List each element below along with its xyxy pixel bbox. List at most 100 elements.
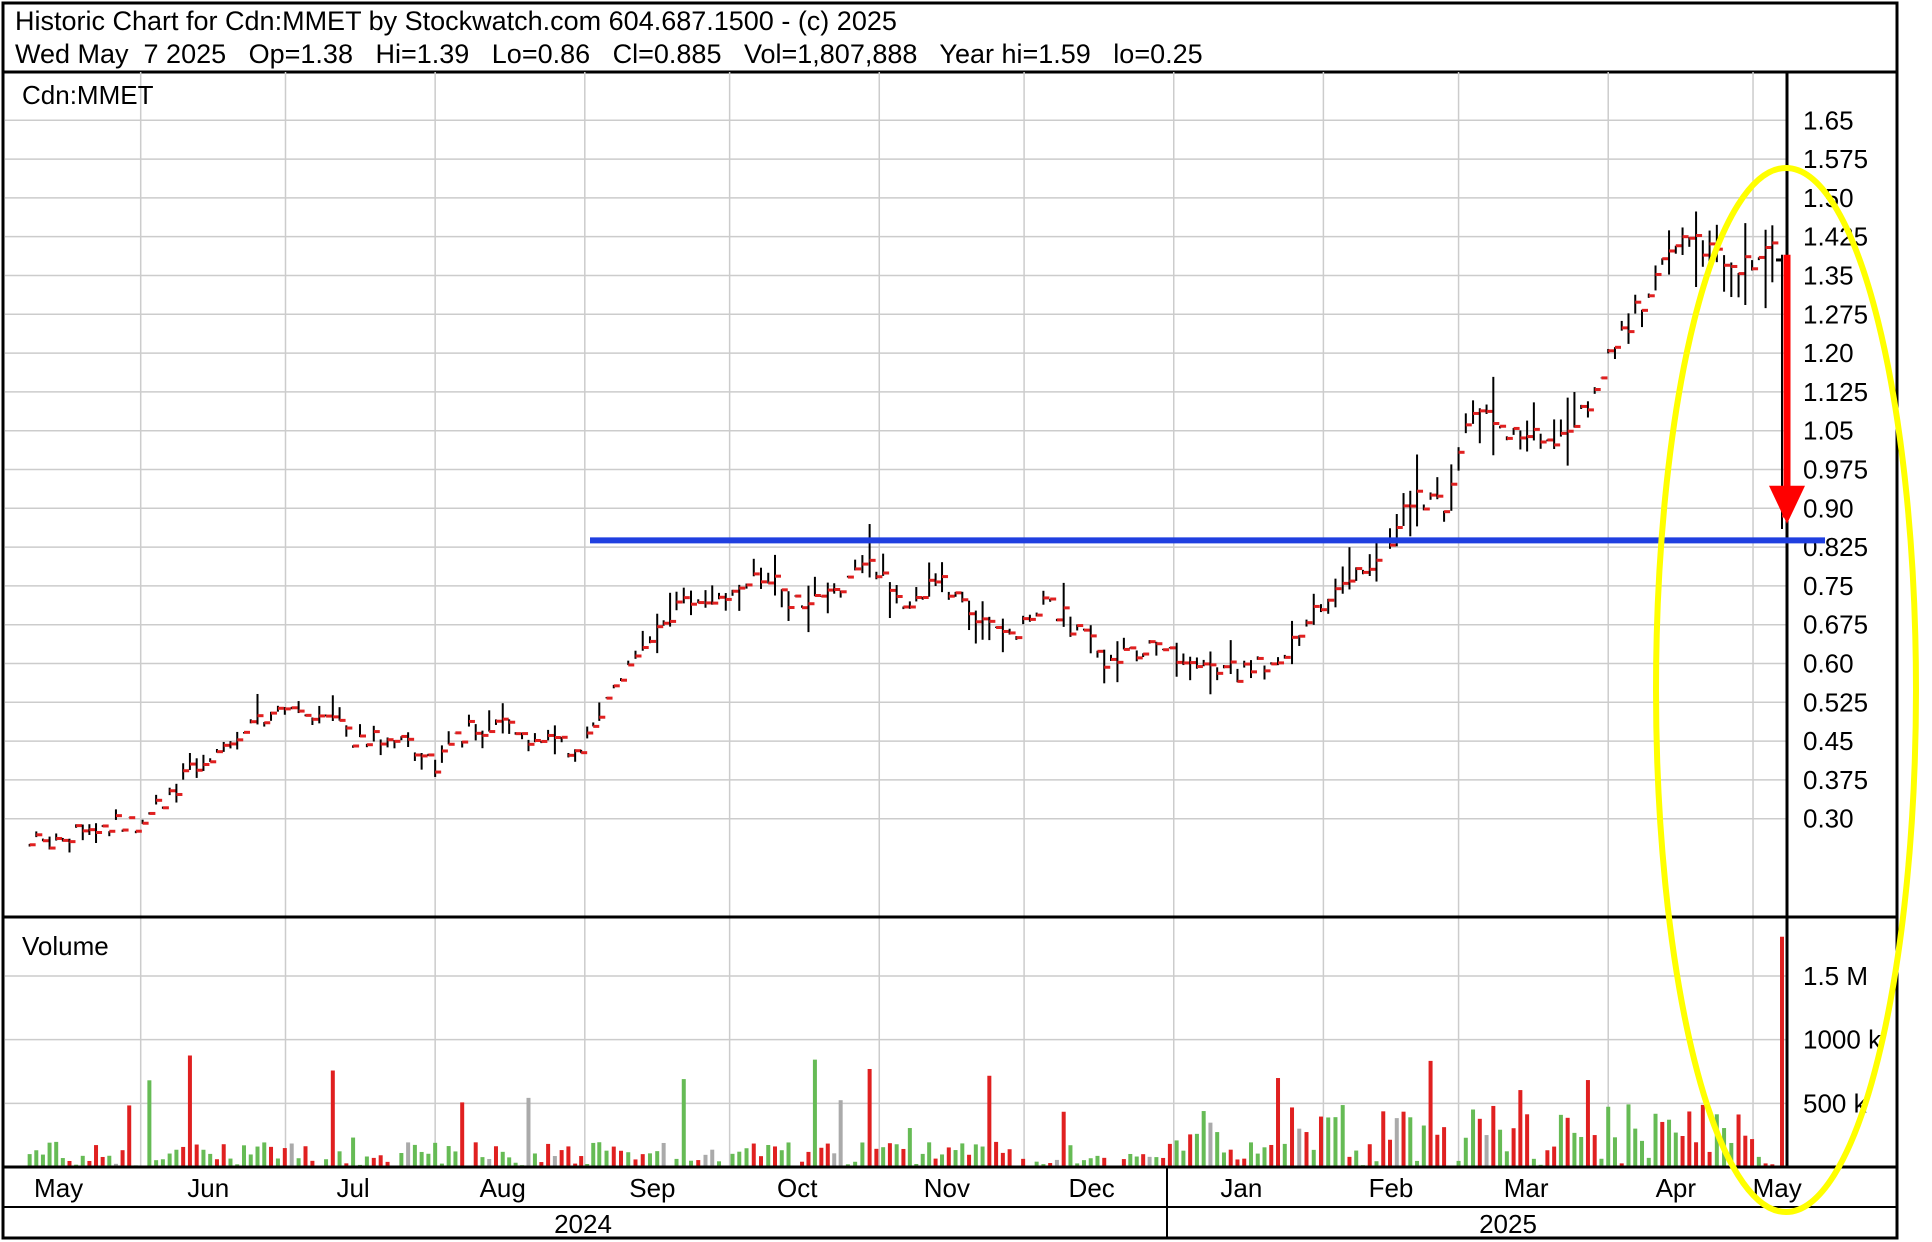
volume-bar xyxy=(1208,1122,1213,1167)
volume-bar xyxy=(406,1142,411,1167)
volume-bar xyxy=(1442,1127,1447,1167)
volume-bar xyxy=(894,1144,899,1167)
volume-bar xyxy=(1640,1140,1645,1167)
volume-bar xyxy=(655,1151,660,1167)
volume-bar xyxy=(255,1146,260,1167)
volume-bar xyxy=(1255,1153,1260,1167)
volume-bar xyxy=(493,1146,498,1167)
volume-bar xyxy=(1134,1156,1139,1167)
volume-bar xyxy=(269,1146,274,1167)
volume-bar xyxy=(446,1146,451,1167)
price-panel-label: Cdn:MMET xyxy=(22,80,154,110)
volume-bar xyxy=(248,1154,253,1167)
volume-bar xyxy=(419,1151,424,1167)
volume-bar xyxy=(773,1146,778,1167)
volume-bar xyxy=(786,1142,791,1167)
volume-bar xyxy=(832,1153,837,1167)
price-axis: 0.30 0.375 0.45 0.525 0.60 0.675 0.75 0.825 0.90… xyxy=(1803,105,1868,833)
volume-bar xyxy=(1282,1143,1287,1167)
month-label: Aug xyxy=(480,1173,526,1203)
volume-bar xyxy=(34,1150,39,1167)
volume-bar xyxy=(1736,1114,1741,1167)
volume-bar xyxy=(1673,1132,1678,1167)
volume-bar xyxy=(241,1145,246,1167)
price-tick-label: 1.20 xyxy=(1803,338,1854,368)
volume-bar xyxy=(744,1148,749,1167)
grid xyxy=(5,72,1787,1167)
price-tick-label: 0.675 xyxy=(1803,610,1868,640)
price-tick-label: 0.30 xyxy=(1803,804,1854,834)
volume-bar xyxy=(303,1146,308,1167)
volume-bar xyxy=(1707,1151,1712,1167)
volume-bar xyxy=(1262,1147,1267,1167)
volume-bar xyxy=(1612,1137,1617,1167)
volume-bar xyxy=(1318,1116,1323,1167)
volume-bar xyxy=(1181,1150,1186,1167)
volume-bar xyxy=(27,1154,32,1167)
chart-stats: Wed May 7 2025 Op=1.38 Hi=1.39 Lo=0.86 C… xyxy=(15,39,1203,69)
volume-bar xyxy=(127,1105,132,1167)
volume-bar xyxy=(1435,1134,1440,1167)
volume-bar xyxy=(1606,1106,1611,1167)
volume-bar xyxy=(1354,1150,1359,1167)
volume-bar xyxy=(591,1142,596,1167)
volume-bar xyxy=(94,1145,99,1167)
volume-bar xyxy=(473,1142,478,1167)
volume-bar xyxy=(1174,1140,1179,1167)
month-label: Jun xyxy=(187,1173,229,1203)
volume-bar xyxy=(1552,1146,1557,1167)
volume-bar xyxy=(703,1154,708,1167)
volume-bar xyxy=(1743,1135,1748,1167)
month-label: Oct xyxy=(777,1173,818,1203)
volume-bar xyxy=(40,1154,45,1167)
month-label: Mar xyxy=(1504,1173,1549,1203)
volume-bar xyxy=(1367,1144,1372,1167)
volume-bar xyxy=(1780,936,1784,1167)
volume-bar xyxy=(1228,1149,1233,1167)
volume-bar xyxy=(399,1153,404,1167)
volume-bar xyxy=(604,1150,609,1167)
x-axis-months: May Jun Jul Aug Sep Oct Nov Dec Jan Feb Mar Apr May xyxy=(34,1173,1802,1203)
volume-bar xyxy=(1694,1142,1699,1167)
volume-bar xyxy=(1660,1121,1665,1167)
volume-bar xyxy=(1484,1135,1489,1167)
volume-bar xyxy=(759,1156,764,1167)
volume-bar xyxy=(874,1148,879,1167)
month-label: May xyxy=(34,1173,83,1203)
price-tick-label: 0.45 xyxy=(1803,726,1854,756)
volume-bar xyxy=(825,1143,830,1167)
volume-bar xyxy=(460,1102,465,1167)
volume-bar xyxy=(967,1154,972,1167)
volume-bar xyxy=(208,1153,213,1167)
month-label: Sep xyxy=(629,1173,675,1203)
volume-bar xyxy=(1340,1105,1345,1167)
volume-bar xyxy=(351,1137,356,1167)
year-label: 2025 xyxy=(1479,1209,1537,1239)
volume-bar xyxy=(881,1147,886,1167)
volume-bar xyxy=(187,1055,192,1167)
drop-arrow-head xyxy=(1769,485,1805,524)
volume-bar xyxy=(920,1153,925,1167)
volume-bar xyxy=(1095,1155,1100,1167)
volume-tick-label: 500 k xyxy=(1803,1088,1868,1118)
volume-bar xyxy=(1667,1119,1672,1167)
volume-bar xyxy=(1381,1111,1386,1167)
volume-bar xyxy=(167,1153,172,1167)
volume-bar xyxy=(1633,1128,1638,1167)
price-tick-label: 0.375 xyxy=(1803,765,1868,795)
volume-bar xyxy=(201,1149,206,1167)
price-tick-label: 1.575 xyxy=(1803,144,1868,174)
month-label: Feb xyxy=(1369,1173,1414,1203)
volume-bar xyxy=(337,1151,342,1167)
volume-bar xyxy=(1215,1132,1220,1167)
volume-bar xyxy=(1269,1144,1274,1167)
x-axis-years: 2024 2025 xyxy=(554,1209,1537,1239)
volume-bar xyxy=(107,1155,112,1167)
volume-bar xyxy=(1653,1113,1658,1167)
volume-bar xyxy=(611,1146,616,1167)
volume-bar xyxy=(647,1153,652,1167)
volume-bar xyxy=(1068,1145,1073,1167)
month-label: Jan xyxy=(1220,1173,1262,1203)
volume-bar xyxy=(619,1150,624,1167)
volume-bar xyxy=(1756,1156,1761,1167)
